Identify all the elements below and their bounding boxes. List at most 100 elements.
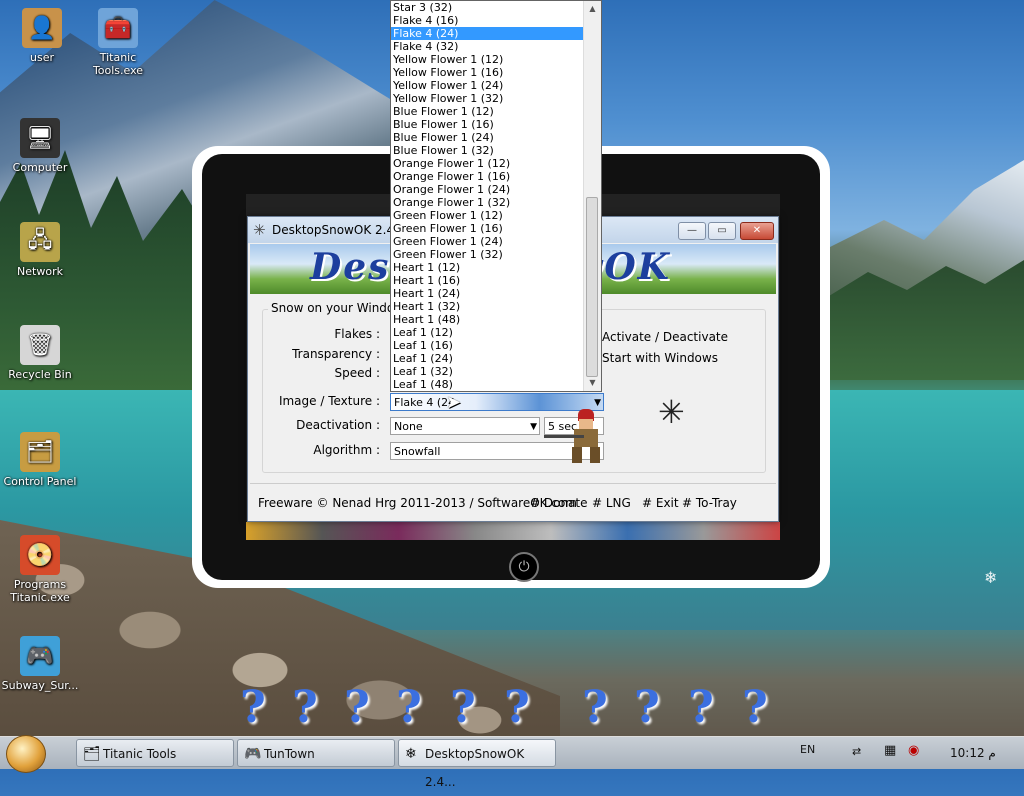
dropdown-option[interactable]: Heart 1 (24) [391, 287, 583, 300]
taskbar-button[interactable]: ❄ DesktopSnowOK 2.4... [398, 739, 556, 789]
speed-label: Speed : [334, 366, 380, 380]
dropdown-option[interactable]: Yellow Flower 1 (32) [391, 92, 583, 105]
desktop-app-icon: 🎮 [20, 636, 60, 676]
flakes-label: Flakes : [334, 327, 380, 341]
desktop-icon-label: Subway_Sur... [1, 679, 79, 692]
desktop-icon[interactable]: 🧰 Titanic Tools.exe [78, 8, 158, 77]
snowflake-icon: ❄ [984, 568, 998, 587]
dropdown-scrollbar[interactable]: ▲ ▼ [583, 1, 601, 391]
transparency-label: Transparency : [292, 347, 380, 361]
dropdown-option[interactable]: Flake 4 (24) [391, 27, 583, 40]
wallpaper-forest-right [829, 260, 1024, 380]
tray-arrow-icon[interactable]: ⇄ [852, 745, 861, 758]
deactivation-label: Deactivation : [296, 418, 380, 432]
desktop-icon[interactable]: 🖥 Computer [0, 118, 80, 174]
algorithm-value: Snowfall [394, 445, 441, 458]
exit-link[interactable]: # Exit [642, 496, 679, 510]
image-texture-label: Image / Texture : [278, 394, 380, 408]
desktop-icon-label: Network [17, 265, 63, 278]
question-mark-icon: ? [344, 682, 370, 733]
desktop-icon-label: user [30, 51, 54, 64]
desktop-icon-label: Titanic Tools.exe [92, 51, 144, 77]
dropdown-option[interactable]: Flake 4 (16) [391, 14, 583, 27]
dropdown-option[interactable]: Leaf 1 (32) [391, 365, 583, 378]
question-mark-icon: ? [742, 682, 768, 733]
dropdown-option[interactable]: Blue Flower 1 (24) [391, 131, 583, 144]
desktop-icon[interactable]: 🗂 Control Panel [0, 432, 80, 488]
desktop-icon[interactable]: 👤 user [2, 8, 82, 64]
language-link[interactable]: # LNG [592, 496, 631, 510]
taskbar-button[interactable]: 🗂 Titanic Tools [76, 739, 234, 767]
desktop-app-icon: 👤 [22, 8, 62, 48]
start-button[interactable] [6, 735, 46, 773]
question-mark-icon: ? [688, 682, 714, 733]
snowflake-app-icon: ✳ [253, 221, 266, 239]
maximize-button[interactable]: ▭ [708, 222, 736, 240]
dropdown-option[interactable]: Leaf 1 (48) [391, 378, 583, 391]
deactivation-select[interactable]: None ▼ [390, 417, 540, 435]
dropdown-option[interactable]: Heart 1 (48) [391, 313, 583, 326]
taskbar-button-label: DesktopSnowOK 2.4... [425, 747, 525, 789]
dropdown-option[interactable]: Leaf 1 (24) [391, 352, 583, 365]
start-with-windows-checkbox-label[interactable]: Start with Windows [602, 351, 718, 365]
question-mark-icon: ? [504, 682, 530, 733]
network-tray-icon[interactable]: ▦ [884, 743, 896, 758]
dropdown-option[interactable]: Blue Flower 1 (12) [391, 105, 583, 118]
dropdown-option[interactable]: Orange Flower 1 (16) [391, 170, 583, 183]
deactivation-value: None [394, 420, 423, 433]
chevron-down-icon[interactable]: ▼ [530, 418, 537, 436]
dropdown-option[interactable]: Green Flower 1 (32) [391, 248, 583, 261]
power-icon[interactable]: ⏻ [509, 552, 539, 582]
desktop-icon[interactable]: 🖧 Network [0, 222, 80, 278]
dropdown-option[interactable]: Blue Flower 1 (16) [391, 118, 583, 131]
desktop-icon-label: Programs Titanic.exe [10, 578, 70, 604]
activate-checkbox-label[interactable]: Activate / Deactivate [602, 330, 728, 344]
desktop-icon-label: Recycle Bin [8, 368, 72, 381]
taskbar-app-icon: ❄ [405, 746, 417, 762]
dropdown-option[interactable]: Green Flower 1 (12) [391, 209, 583, 222]
desktop-icon-label: Computer [12, 161, 68, 174]
dropdown-option[interactable]: Star 3 (32) [391, 1, 583, 14]
algorithm-label: Algorithm : [313, 443, 380, 457]
dropdown-option[interactable]: Flake 4 (32) [391, 40, 583, 53]
close-button[interactable]: ✕ [740, 222, 774, 240]
desktop-icon[interactable]: 🗑 Recycle Bin [0, 325, 80, 381]
dropdown-option[interactable]: Blue Flower 1 (32) [391, 144, 583, 157]
question-mark-icon: ? [292, 682, 318, 733]
minimize-button[interactable]: — [678, 222, 706, 240]
question-mark-icon: ? [450, 682, 476, 733]
taskbar-button[interactable]: 🎮 TunTown [237, 739, 395, 767]
taskbar-button-label: Titanic Tools [103, 747, 177, 761]
soldier-character-icon [544, 409, 610, 465]
to-tray-link[interactable]: # To-Tray [682, 496, 737, 510]
desktop-app-icon: 🗑 [20, 325, 60, 365]
dropdown-option[interactable]: Heart 1 (12) [391, 261, 583, 274]
question-mark-icon: ? [396, 682, 422, 733]
language-indicator[interactable]: EN [800, 743, 815, 756]
record-tray-icon[interactable]: ◉ [908, 743, 919, 758]
dropdown-option[interactable]: Heart 1 (32) [391, 300, 583, 313]
dropdown-option[interactable]: Orange Flower 1 (32) [391, 196, 583, 209]
dropdown-option[interactable]: Leaf 1 (12) [391, 326, 583, 339]
taskbar-button-label: TunTown [264, 747, 315, 761]
footer-bar: Freeware © Nenad Hrg 2011-2013 / Softwar… [250, 483, 776, 520]
scroll-down-icon[interactable]: ▼ [584, 375, 601, 391]
dropdown-option[interactable]: Leaf 1 (16) [391, 339, 583, 352]
donate-link[interactable]: # Donate [530, 496, 588, 510]
dropdown-option[interactable]: Yellow Flower 1 (12) [391, 53, 583, 66]
question-mark-icon: ? [240, 682, 266, 733]
dropdown-option[interactable]: Yellow Flower 1 (24) [391, 79, 583, 92]
dropdown-option[interactable]: Green Flower 1 (16) [391, 222, 583, 235]
scroll-up-icon[interactable]: ▲ [584, 1, 601, 17]
scroll-thumb[interactable] [586, 197, 598, 377]
dropdown-option[interactable]: Green Flower 1 (24) [391, 235, 583, 248]
dropdown-option[interactable]: Yellow Flower 1 (16) [391, 66, 583, 79]
dropdown-option[interactable]: Heart 1 (16) [391, 274, 583, 287]
desktop-icon[interactable]: 📀 Programs Titanic.exe [0, 535, 80, 604]
taskbar: 🗂 Titanic Tools 🎮 TunTown ❄ DesktopSnowOK 2.4… [0, 735, 1024, 789]
clock[interactable]: 10:12 م [950, 746, 996, 760]
dropdown-option[interactable]: Orange Flower 1 (12) [391, 157, 583, 170]
desktop-icon[interactable]: 🎮 Subway_Sur... [0, 636, 80, 692]
image-texture-dropdown-list[interactable]: Star 3 (32) Flake 4 (16) Flake 4 (24) Flake… [390, 0, 602, 392]
dropdown-option[interactable]: Orange Flower 1 (24) [391, 183, 583, 196]
